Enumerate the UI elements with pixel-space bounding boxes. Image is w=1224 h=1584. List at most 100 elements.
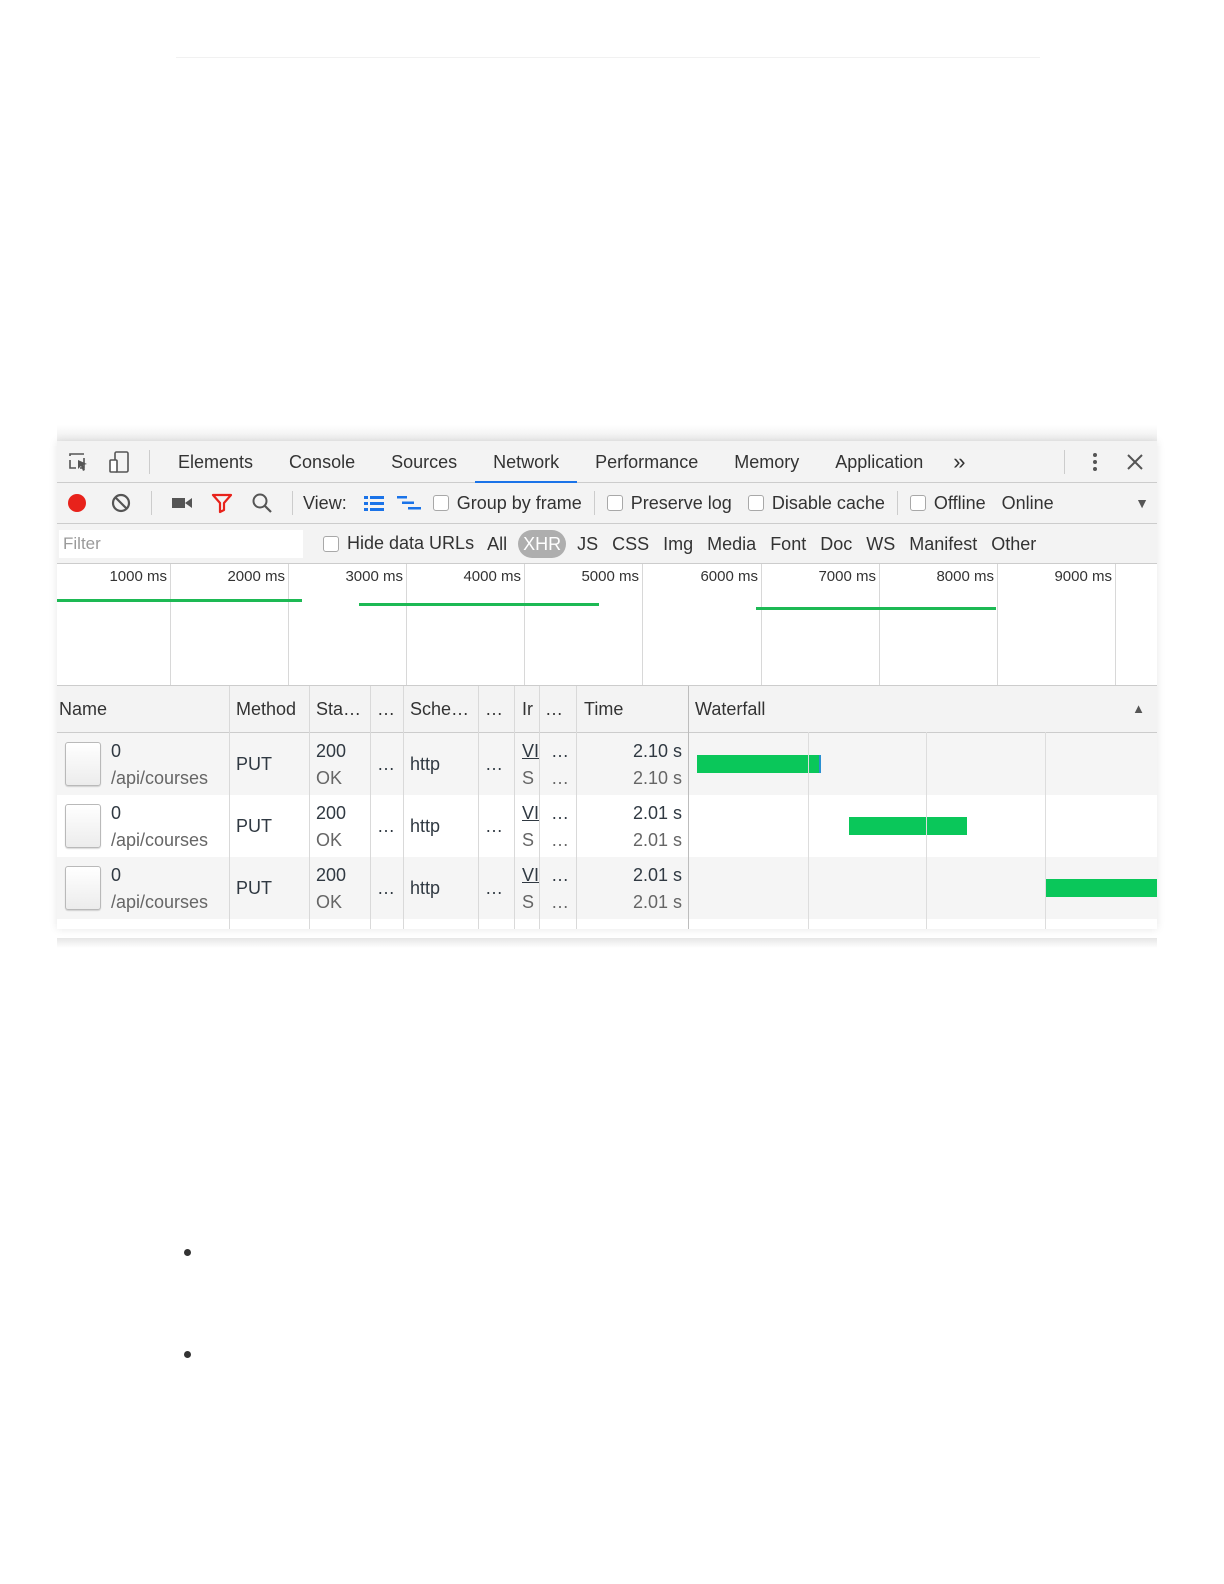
separator [292, 491, 293, 515]
filter-type-font[interactable]: Font [763, 530, 813, 558]
column-divider [688, 686, 689, 929]
initiator-link[interactable]: VI [522, 803, 540, 824]
overview-tick-label: 9000 ms [1054, 568, 1112, 585]
show-overview-icon[interactable] [389, 482, 429, 524]
inspect-element-icon[interactable] [59, 441, 99, 483]
initiator-link[interactable]: VI [522, 865, 540, 886]
disable-cache-option[interactable]: Disable cache [747, 493, 885, 514]
column-header-waterfall[interactable]: Waterfall [695, 686, 1095, 732]
tab-elements[interactable]: Elements [160, 441, 271, 483]
request-time: 2.01 s [632, 803, 682, 823]
close-icon[interactable] [1115, 441, 1155, 483]
table-row[interactable]: 0 /api/courses PUT 200 OK … http … VI S … [57, 857, 1157, 919]
request-scheme: http [410, 816, 441, 836]
group-by-frame-checkbox[interactable] [432, 495, 449, 511]
filter-type-xhr[interactable]: XHR [518, 529, 567, 558]
hide-data-urls-option[interactable]: Hide data URLs [323, 533, 474, 554]
initiator-sub: S [522, 768, 535, 788]
offline-checkbox[interactable] [909, 495, 926, 511]
status-code: 200 [316, 741, 347, 761]
initiator-link[interactable]: VI [522, 741, 540, 762]
more-tabs-button[interactable]: » [941, 441, 977, 483]
column-header-collapsed[interactable]: … [377, 686, 405, 732]
filter-type-doc[interactable]: Doc [813, 530, 859, 558]
preserve-log-checkbox[interactable] [606, 495, 623, 511]
request-time: 2.10 s [632, 741, 682, 761]
collapsed-cell: … [551, 865, 569, 885]
offline-option[interactable]: Offline [909, 493, 986, 514]
waterfall-gridline [808, 732, 809, 929]
collapsed-cell: … [551, 830, 569, 850]
tab-sources[interactable]: Sources [373, 441, 475, 483]
initiator-sub: S [522, 892, 535, 912]
table-row[interactable]: 0 /api/courses PUT 200 OK … http … VI S … [57, 733, 1157, 795]
tab-memory[interactable]: Memory [716, 441, 817, 483]
capture-screenshots-icon[interactable] [162, 482, 202, 524]
overview-gridline [1115, 564, 1116, 685]
separator [1064, 449, 1065, 474]
overview-gridline [288, 564, 289, 685]
filter-type-media[interactable]: Media [700, 530, 763, 558]
devtools-panel: Elements Console Sources Network Perform… [57, 441, 1157, 929]
column-header-scheme[interactable]: Sche… [410, 686, 482, 732]
separator [151, 491, 152, 515]
preserve-log-option[interactable]: Preserve log [606, 493, 732, 514]
filter-input[interactable] [59, 529, 303, 558]
overview-tick-label: 5000 ms [581, 568, 639, 585]
filter-type-ws[interactable]: WS [859, 530, 902, 558]
hide-data-urls-checkbox[interactable] [323, 535, 339, 552]
column-divider [514, 686, 515, 929]
column-header-name[interactable]: Name [59, 686, 227, 732]
waterfall-gridline [1045, 732, 1046, 929]
column-header-time[interactable]: Time [584, 686, 684, 732]
list-bullet [184, 1351, 191, 1358]
separator [149, 449, 150, 474]
search-icon[interactable] [242, 482, 282, 524]
sort-ascending-icon[interactable]: ▲ [1132, 686, 1145, 732]
overview-request-bar [57, 599, 302, 602]
overview-gridline [406, 564, 407, 685]
filter-type-other[interactable]: Other [984, 530, 1043, 558]
filter-type-img[interactable]: Img [656, 530, 700, 558]
request-table-header: Name Method Sta… … Sche… … Ir … Time Wat… [57, 686, 1157, 733]
collapsed-cell: … [551, 741, 569, 761]
tab-network[interactable]: Network [475, 441, 578, 484]
tab-application[interactable]: Application [817, 441, 941, 483]
disable-cache-checkbox[interactable] [747, 495, 764, 511]
tab-console[interactable]: Console [271, 441, 373, 483]
panel-shadow-top [57, 425, 1157, 441]
waterfall-bar [697, 755, 821, 773]
overview-tick-label: 2000 ms [227, 568, 285, 585]
record-icon[interactable] [57, 482, 97, 524]
column-header-method[interactable]: Method [236, 686, 308, 732]
waterfall-bar [1045, 879, 1157, 897]
collapsed-cell: … [485, 816, 503, 836]
collapsed-cell: … [551, 892, 569, 912]
view-label: View: [303, 492, 347, 513]
overview-request-bar [359, 603, 599, 606]
filter-type-css[interactable]: CSS [605, 530, 656, 558]
filter-type-js[interactable]: JS [570, 530, 605, 558]
column-header-status[interactable]: Sta… [316, 686, 372, 732]
filter-type-manifest[interactable]: Manifest [902, 530, 984, 558]
throttling-select[interactable]: Online ▼ [1002, 493, 1157, 514]
request-scheme: http [410, 878, 441, 898]
table-row[interactable]: 0 /api/courses PUT 200 OK … http … VI S … [57, 795, 1157, 857]
clear-icon[interactable] [101, 482, 141, 524]
device-toolbar-icon[interactable] [99, 441, 139, 483]
group-by-frame-option[interactable]: Group by frame [432, 493, 582, 514]
column-header-collapsed[interactable]: … [545, 686, 573, 732]
filter-icon[interactable] [202, 482, 242, 524]
network-overview[interactable]: 1000 ms 2000 ms 3000 ms 4000 ms 5000 ms … [57, 564, 1157, 686]
kebab-menu-icon[interactable] [1075, 441, 1115, 483]
tab-performance[interactable]: Performance [577, 441, 716, 483]
large-request-rows-icon[interactable] [359, 482, 389, 524]
devtools-tab-bar: Elements Console Sources Network Perform… [57, 441, 1157, 484]
overview-tick-label: 1000 ms [109, 568, 167, 585]
overview-tick-label: 6000 ms [700, 568, 758, 585]
overview-tick-label: 8000 ms [936, 568, 994, 585]
column-header-collapsed[interactable]: … [485, 686, 513, 732]
panel-shadow-bottom [57, 938, 1157, 948]
filter-type-all[interactable]: All [480, 530, 514, 558]
separator [896, 491, 898, 515]
